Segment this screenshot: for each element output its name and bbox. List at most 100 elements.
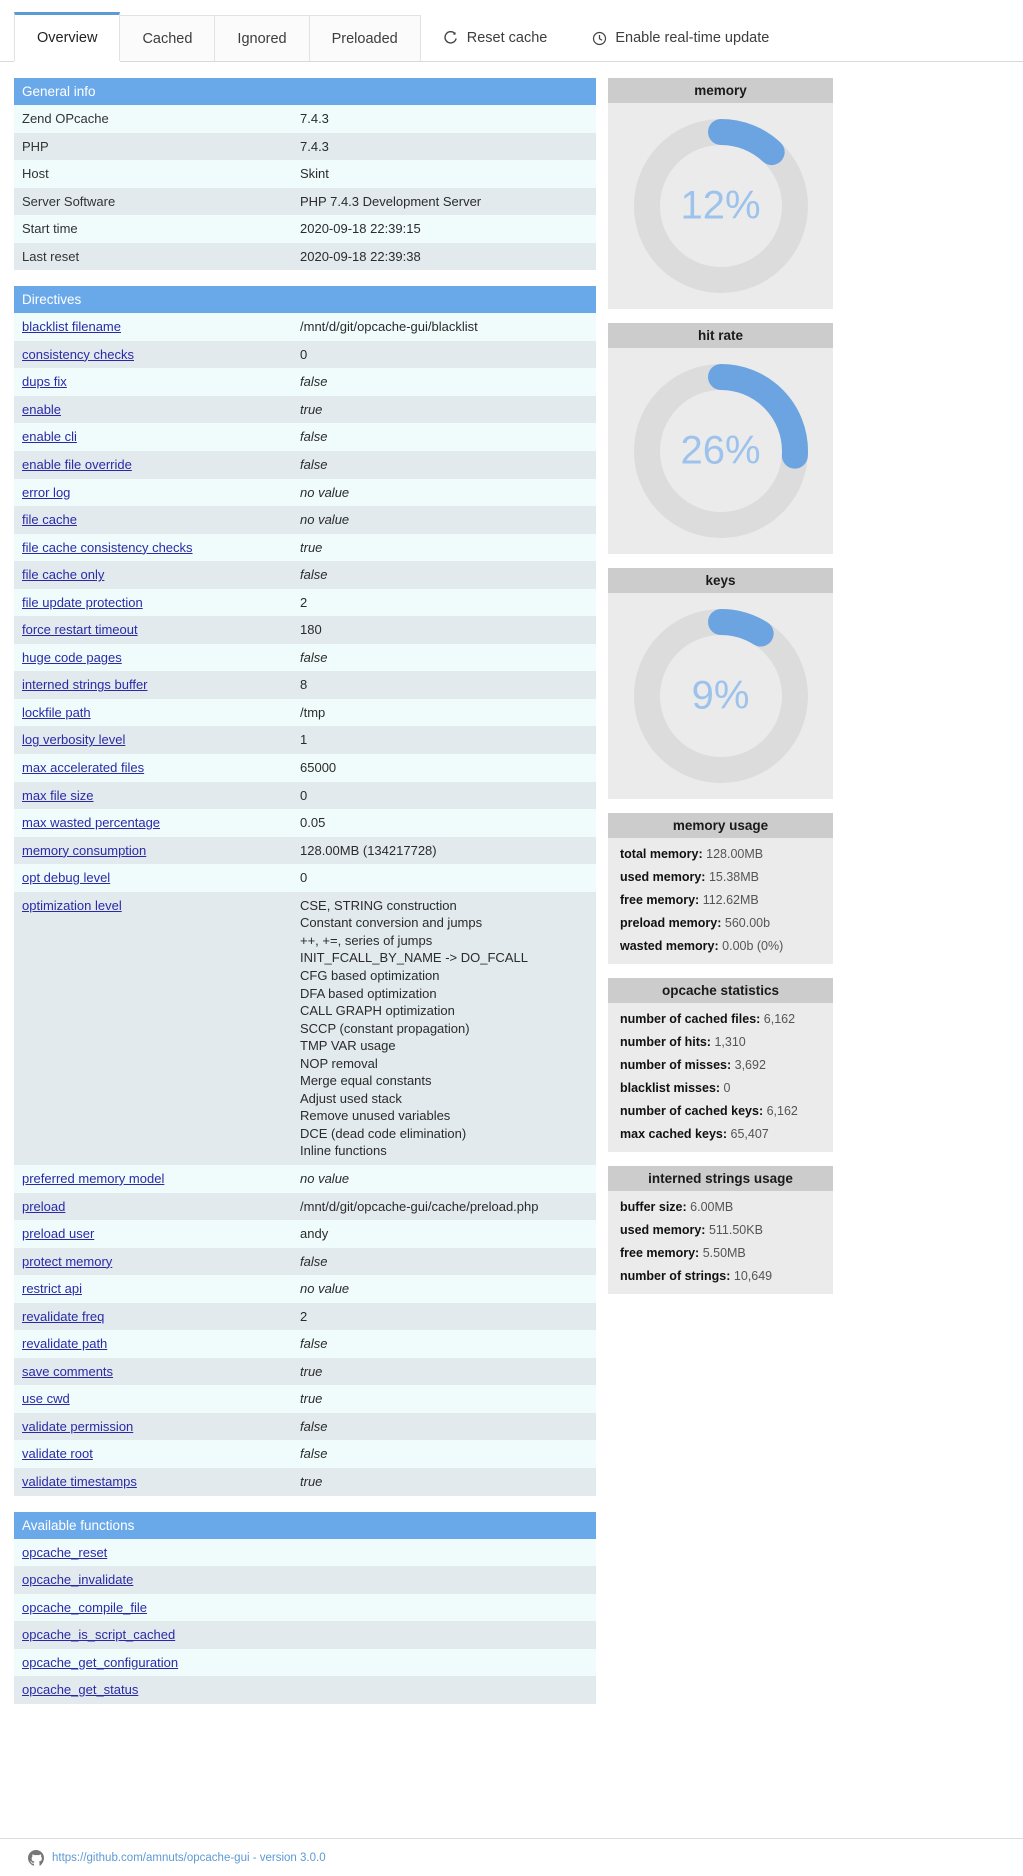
directive-link[interactable]: error log bbox=[22, 485, 70, 500]
directive-value: 0 bbox=[292, 340, 596, 369]
stat-label: number of cached files: bbox=[620, 1012, 761, 1026]
directive-name-cell: interned strings buffer bbox=[14, 671, 292, 699]
directive-link[interactable]: preload user bbox=[22, 1226, 94, 1241]
directive-link[interactable]: optimization level bbox=[22, 898, 122, 913]
directives-panel: Directives blacklist filename/mnt/d/git/… bbox=[14, 286, 596, 1496]
directive-link[interactable]: max accelerated files bbox=[22, 760, 144, 775]
directive-link[interactable]: blacklist filename bbox=[22, 319, 121, 334]
directive-link[interactable]: file update protection bbox=[22, 595, 143, 610]
directive-link[interactable]: memory consumption bbox=[22, 843, 146, 858]
function-cell: opcache_get_configuration bbox=[14, 1648, 596, 1677]
function-link[interactable]: opcache_compile_file bbox=[22, 1600, 147, 1615]
general-info-row: Start time 2020-09-18 22:39:15 bbox=[14, 215, 596, 243]
gauge-title: hit rate bbox=[608, 323, 833, 348]
directive-link[interactable]: opt debug level bbox=[22, 870, 110, 885]
directive-link[interactable]: consistency checks bbox=[22, 347, 134, 362]
stat-label: blacklist misses: bbox=[620, 1081, 721, 1095]
directive-link[interactable]: save comments bbox=[22, 1364, 113, 1379]
tab-reset-cache[interactable]: Reset cache bbox=[420, 15, 570, 61]
directive-link[interactable]: preferred memory model bbox=[22, 1171, 164, 1186]
directive-link[interactable]: enable cli bbox=[22, 429, 77, 444]
stat-row: number of cached files: 6,162 bbox=[620, 1012, 821, 1026]
function-link[interactable]: opcache_reset bbox=[22, 1545, 107, 1560]
directive-row: file cache consistency checks true bbox=[14, 533, 596, 562]
directive-value: false bbox=[292, 643, 596, 672]
directive-link[interactable]: max wasted percentage bbox=[22, 815, 160, 830]
gauge-panel-keys: keys 9% bbox=[608, 568, 833, 799]
directive-link[interactable]: preload bbox=[22, 1199, 65, 1214]
tab-enable-real-time-update[interactable]: Enable real-time update bbox=[569, 15, 792, 61]
directive-row: max wasted percentage 0.05 bbox=[14, 809, 596, 837]
directive-name-cell: dups fix bbox=[14, 368, 292, 396]
directive-name-cell: enable file override bbox=[14, 451, 292, 479]
available-functions-panel: Available functions opcache_reset opcache… bbox=[14, 1511, 596, 1704]
directive-link[interactable]: revalidate freq bbox=[22, 1309, 104, 1324]
directive-name-cell: file cache only bbox=[14, 561, 292, 589]
memory-usage-panel: memory usage total memory: 128.00MB used m… bbox=[608, 813, 833, 964]
general-info-row: PHP 7.4.3 bbox=[14, 132, 596, 161]
stat-value: 1,310 bbox=[714, 1035, 746, 1049]
directive-value: 0 bbox=[292, 781, 596, 810]
function-link[interactable]: opcache_get_status bbox=[22, 1682, 138, 1697]
right-column: memory 12% hit rate 26% keys 9% memory usage to… bbox=[608, 78, 833, 1720]
function-link[interactable]: opcache_get_configuration bbox=[22, 1655, 178, 1670]
tab-label: Reset cache bbox=[466, 30, 548, 46]
stat-row: used memory: 511.50KB bbox=[620, 1223, 821, 1237]
general-info-value: 7.4.3 bbox=[292, 105, 596, 133]
tab-preloaded[interactable]: Preloaded bbox=[309, 15, 421, 61]
directive-link[interactable]: huge code pages bbox=[22, 650, 122, 665]
directive-link[interactable]: protect memory bbox=[22, 1254, 112, 1269]
footer-link[interactable]: https://github.com/amnuts/opcache-gui - … bbox=[52, 1852, 326, 1864]
stat-value: 6.00MB bbox=[690, 1200, 734, 1214]
directive-link[interactable]: revalidate path bbox=[22, 1336, 107, 1351]
stat-value: 5.50MB bbox=[702, 1246, 746, 1260]
directive-link[interactable]: log verbosity level bbox=[22, 732, 125, 747]
directive-link[interactable]: force restart timeout bbox=[22, 622, 138, 637]
directive-link[interactable]: dups fix bbox=[22, 374, 67, 389]
directive-link[interactable]: use cwd bbox=[22, 1391, 70, 1406]
directive-link[interactable]: enable file override bbox=[22, 457, 132, 472]
general-info-row: Last reset 2020-09-18 22:39:38 bbox=[14, 242, 596, 271]
directive-link[interactable]: enable bbox=[22, 402, 61, 417]
stat-value: 6,162 bbox=[766, 1104, 798, 1118]
directive-link[interactable]: validate timestamps bbox=[22, 1474, 137, 1489]
directive-row: enable file override false bbox=[14, 451, 596, 479]
directive-name-cell: optimization level bbox=[14, 891, 292, 1165]
memory-usage-title: memory usage bbox=[608, 813, 833, 838]
directive-link[interactable]: restrict api bbox=[22, 1281, 82, 1296]
opcache-statistics-list: number of cached files: 6,162 number of h… bbox=[608, 1003, 833, 1152]
stat-value: 511.50KB bbox=[708, 1223, 763, 1237]
directive-value: 8 bbox=[292, 671, 596, 699]
function-link[interactable]: opcache_invalidate bbox=[22, 1572, 133, 1587]
function-link[interactable]: opcache_is_script_cached bbox=[22, 1627, 175, 1642]
directive-row: restrict api no value bbox=[14, 1275, 596, 1303]
directive-link[interactable]: file cache consistency checks bbox=[22, 540, 193, 555]
directive-link[interactable]: lockfile path bbox=[22, 705, 91, 720]
stat-label: used memory: bbox=[620, 1223, 706, 1237]
gauge-chart: 12% bbox=[608, 103, 833, 309]
tab-ignored[interactable]: Ignored bbox=[215, 15, 310, 61]
function-row: opcache_invalidate bbox=[14, 1566, 596, 1594]
directive-link[interactable]: max file size bbox=[22, 788, 94, 803]
tab-cached[interactable]: Cached bbox=[120, 15, 216, 61]
directive-link[interactable]: file cache only bbox=[22, 567, 104, 582]
directive-name-cell: revalidate freq bbox=[14, 1302, 292, 1331]
directive-link[interactable]: file cache bbox=[22, 512, 77, 527]
interned-strings-usage-panel: interned strings usage buffer size: 6.00M… bbox=[608, 1166, 833, 1294]
gauge-panel-hit-rate: hit rate 26% bbox=[608, 323, 833, 554]
directive-link[interactable]: validate permission bbox=[22, 1419, 133, 1434]
general-info-row: Host Skint bbox=[14, 160, 596, 188]
stat-value: 3,692 bbox=[734, 1058, 766, 1072]
directive-row: lockfile path/tmp bbox=[14, 698, 596, 727]
general-info-row: Zend OPcache 7.4.3 bbox=[14, 105, 596, 133]
tab-overview[interactable]: Overview bbox=[14, 12, 121, 61]
directive-name-cell: preferred memory model bbox=[14, 1164, 292, 1193]
directive-value: false bbox=[292, 1412, 596, 1441]
github-icon bbox=[28, 1849, 44, 1866]
available-functions-table: Available functions opcache_reset opcache… bbox=[14, 1511, 596, 1704]
function-cell: opcache_get_status bbox=[14, 1676, 596, 1704]
directive-link[interactable]: interned strings buffer bbox=[22, 677, 148, 692]
stat-label: number of hits: bbox=[620, 1035, 711, 1049]
directive-link[interactable]: validate root bbox=[22, 1446, 93, 1461]
stat-row: preload memory: 560.00b bbox=[620, 916, 821, 930]
